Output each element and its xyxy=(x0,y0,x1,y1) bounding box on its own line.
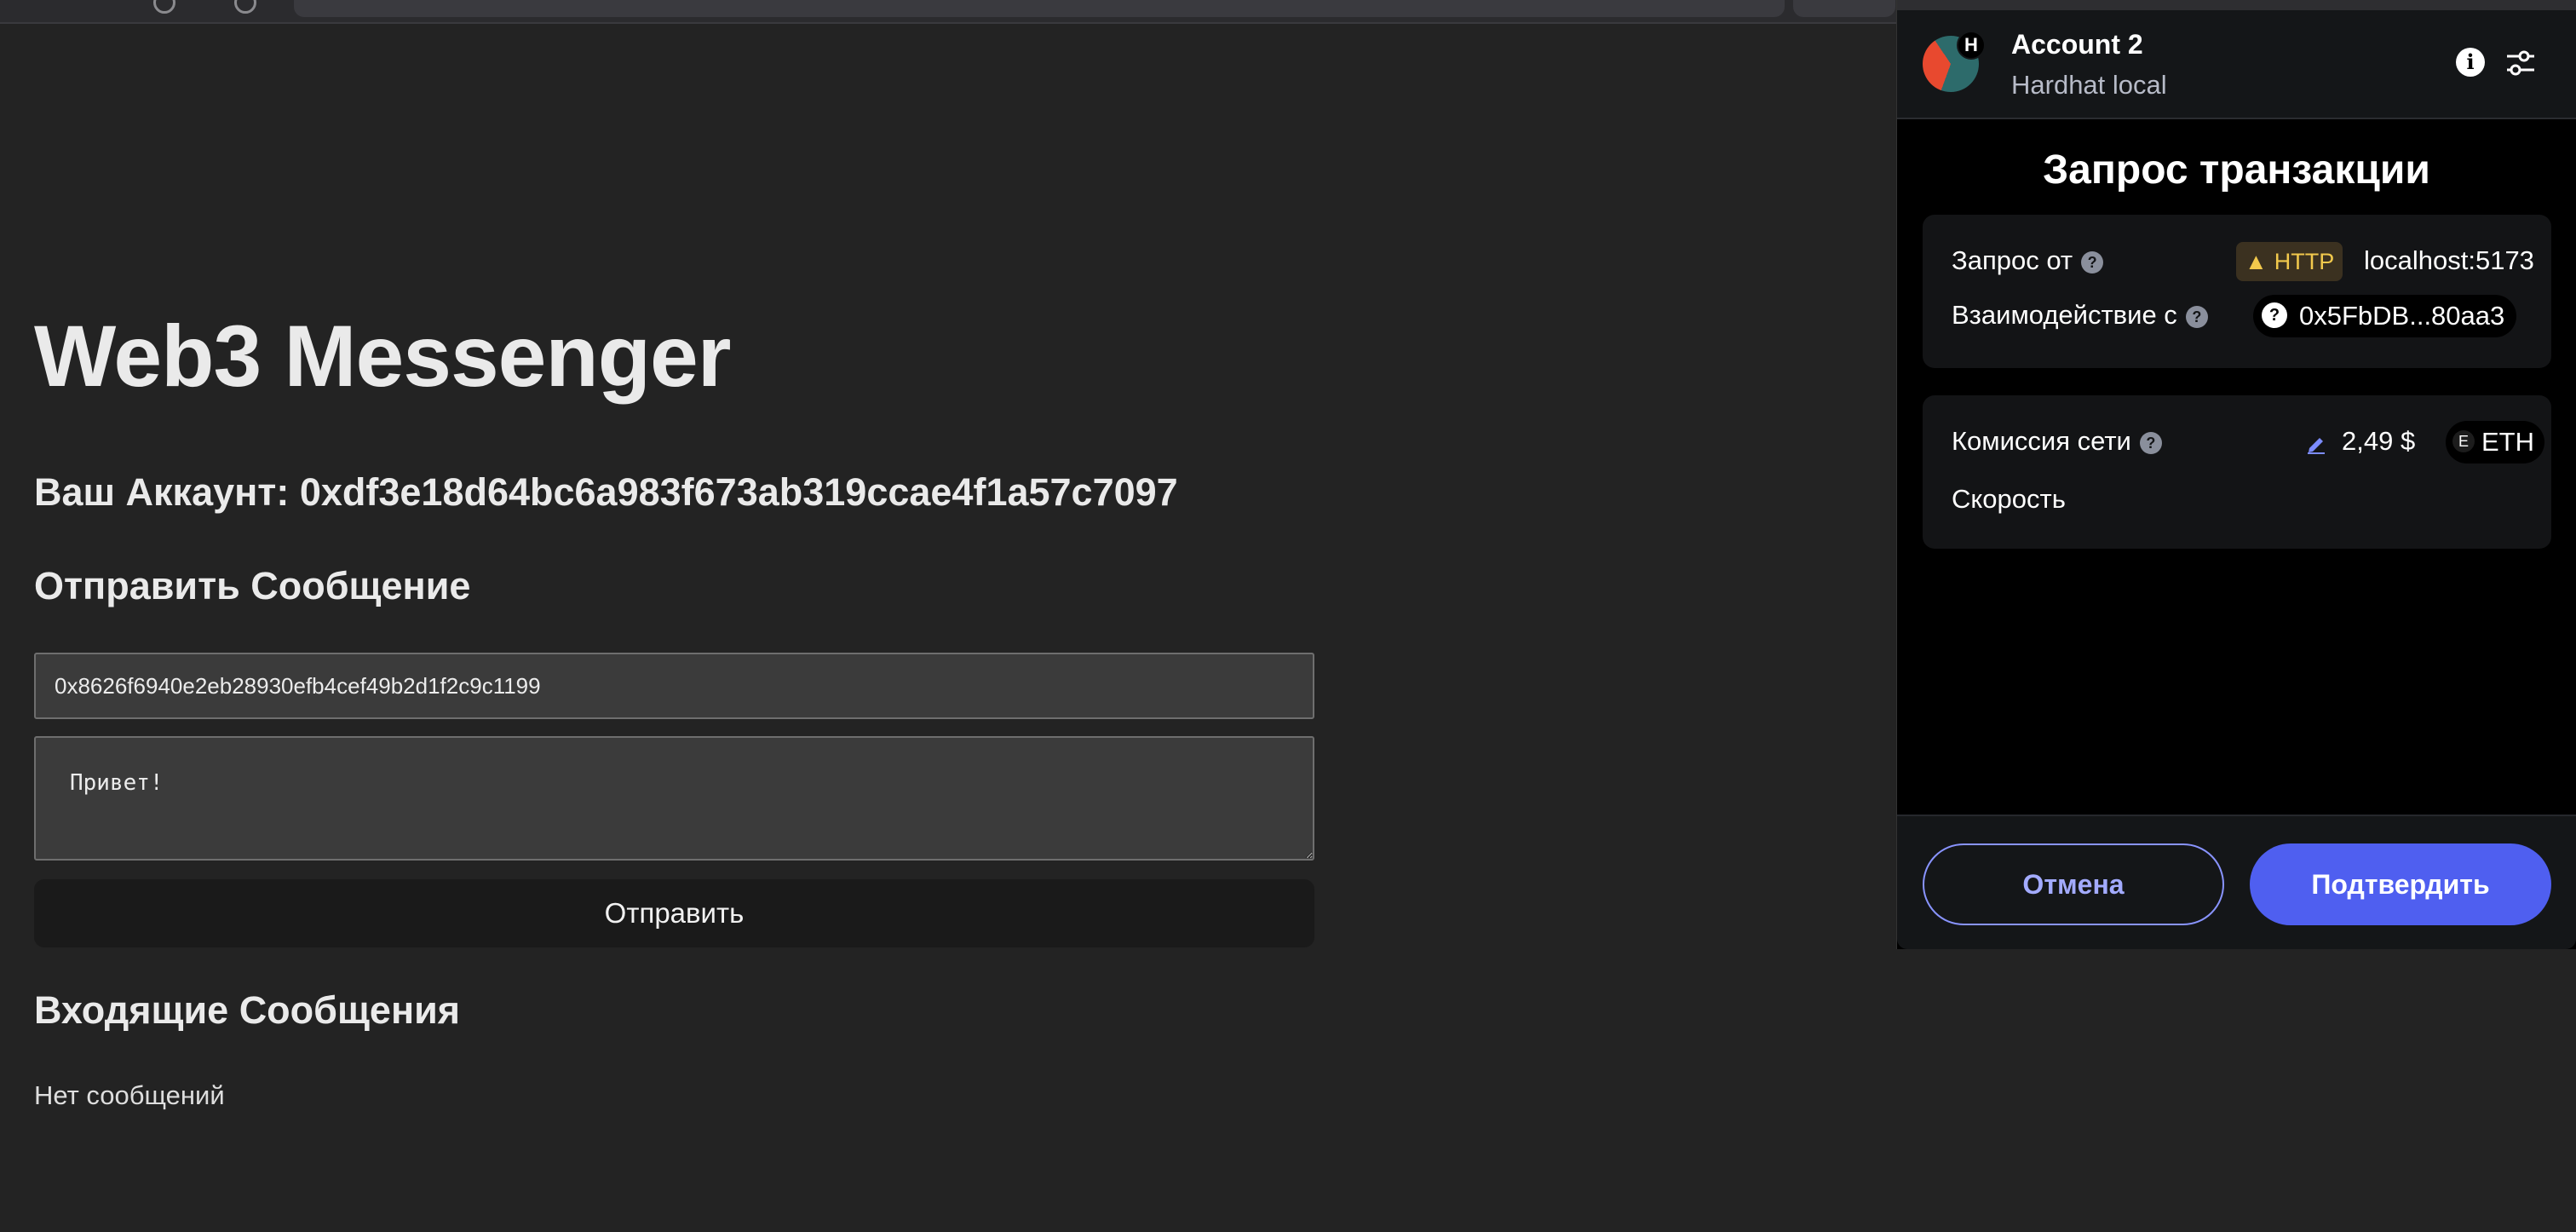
request-from-row: Запрос от? xyxy=(1952,245,2104,276)
question-icon: ? xyxy=(2262,302,2287,328)
settings-icon[interactable] xyxy=(2504,46,2538,80)
extension-button[interactable] xyxy=(1793,0,1895,17)
cancel-button[interactable]: Отмена xyxy=(1923,843,2224,925)
network-fee-card: Комиссия сети? 2,49 $ E ETH Скорость xyxy=(1923,395,2551,549)
speed-label: Скорость xyxy=(1952,484,2066,514)
wallet-header: H Account 2 Hardhat local i xyxy=(1897,10,2576,119)
transaction-request-title: Запрос транзакции xyxy=(2043,147,2430,193)
help-icon[interactable]: ? xyxy=(2185,305,2208,328)
network-fee-label: Комиссия сети xyxy=(1952,426,2131,456)
wallet-popup: H Account 2 Hardhat local i Запрос транз… xyxy=(1896,0,2576,949)
send-message-heading: Отправить Сообщение xyxy=(34,564,471,607)
currency-pill[interactable]: E ETH xyxy=(2446,421,2544,463)
browser-toolbar xyxy=(0,0,1900,24)
account-name[interactable]: Account 2 xyxy=(2011,29,2143,60)
request-details-card: Запрос от? ▲ HTTP localhost:5173 Взаимоде… xyxy=(1923,215,2551,368)
interact-with-row: Взаимодействие с? xyxy=(1952,300,2208,331)
settings-browser-icon[interactable] xyxy=(234,0,256,14)
help-icon[interactable]: ? xyxy=(2081,250,2104,273)
reload-icon[interactable] xyxy=(153,0,175,14)
confirm-button[interactable]: Подтвердить xyxy=(2250,843,2551,925)
inbox-heading: Входящие Сообщения xyxy=(34,988,461,1032)
http-warning-badge: ▲ HTTP xyxy=(2236,242,2343,281)
popup-top-bar xyxy=(1897,0,2576,10)
message-textarea[interactable]: Привет! xyxy=(34,736,1314,861)
eth-badge: E xyxy=(2452,429,2475,452)
http-label: HTTP xyxy=(2274,249,2335,274)
wallet-footer: Отмена Подтвердить xyxy=(1897,815,2576,949)
network-badge: H xyxy=(1957,31,1986,60)
address-bar[interactable] xyxy=(294,0,1785,17)
info-icon[interactable]: i xyxy=(2456,48,2485,77)
network-fee-row: Комиссия сети? xyxy=(1952,426,2162,457)
contract-address-pill[interactable]: ? 0x5FbDB...80aa3 xyxy=(2253,295,2517,337)
warning-icon: ▲ xyxy=(2245,249,2268,274)
page-title: Web3 Messenger xyxy=(34,308,731,405)
network-name[interactable]: Hardhat local xyxy=(2011,70,2167,101)
empty-inbox-text: Нет сообщений xyxy=(34,1080,225,1110)
edit-icon[interactable] xyxy=(2304,431,2328,455)
account-address: Ваш Аккаунт: 0xdf3e18d64bc6a983f673ab319… xyxy=(34,470,1178,514)
currency-label: ETH xyxy=(2481,427,2534,457)
recipient-address-input[interactable] xyxy=(34,653,1314,719)
network-fee-value: 2,49 $ xyxy=(2342,426,2416,456)
help-icon[interactable]: ? xyxy=(2139,431,2162,454)
interact-with-label: Взаимодействие с xyxy=(1952,300,2177,330)
request-from-label: Запрос от xyxy=(1952,245,2073,275)
send-button[interactable]: Отправить xyxy=(34,879,1314,947)
request-origin: localhost:5173 xyxy=(2364,245,2534,275)
contract-address: 0x5FbDB...80aa3 xyxy=(2299,301,2505,331)
